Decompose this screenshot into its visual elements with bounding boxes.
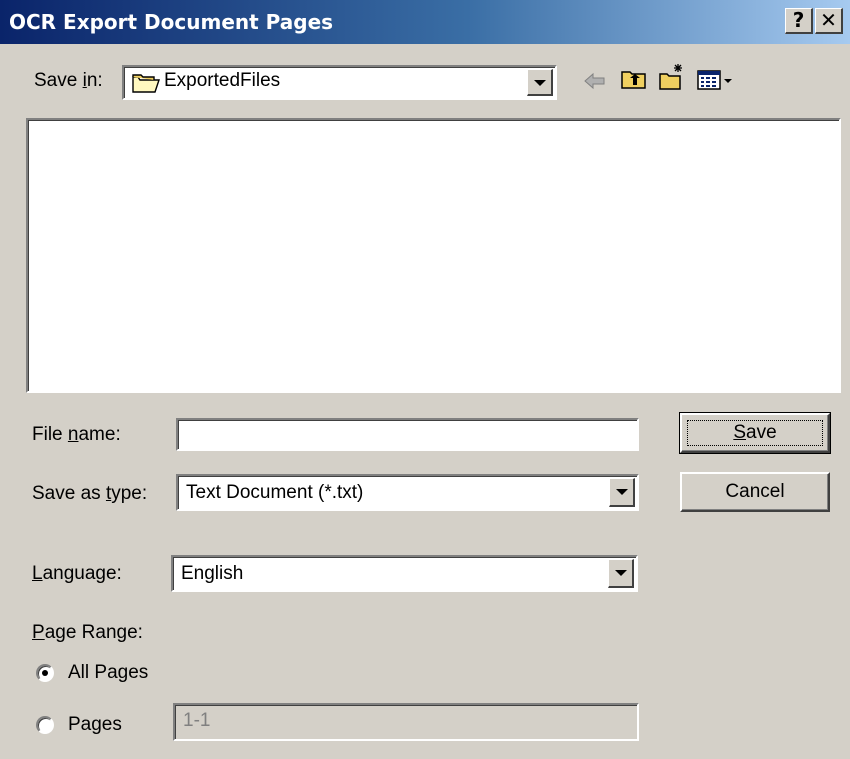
save-button[interactable]: Save xyxy=(679,412,831,454)
language-value: English xyxy=(181,563,244,584)
save-as-type-value: Text Document (*.txt) xyxy=(186,482,364,503)
pages-label[interactable]: Pages xyxy=(68,714,122,736)
language-label: Language: xyxy=(32,563,122,584)
pages-range-input[interactable]: 1-1 xyxy=(173,703,639,741)
folder-icon xyxy=(132,72,160,100)
view-menu-icon[interactable] xyxy=(697,68,737,94)
close-button[interactable]: ✕ xyxy=(815,8,843,34)
help-button[interactable]: ? xyxy=(785,8,813,34)
radio-selected-dot xyxy=(42,670,48,676)
all-pages-radio[interactable] xyxy=(36,664,54,682)
file-name-label: File name: xyxy=(32,424,121,445)
pages-radio[interactable] xyxy=(36,716,54,734)
file-name-input[interactable] xyxy=(176,418,639,451)
save-in-dropdown-button[interactable] xyxy=(527,69,553,96)
title-bar[interactable]: OCR Export Document Pages ? ✕ xyxy=(0,0,850,44)
page-range-label: Page Range: xyxy=(32,622,143,643)
file-list[interactable] xyxy=(26,118,841,393)
focus-rectangle xyxy=(687,420,823,446)
save-in-label: Save in: xyxy=(34,70,103,91)
up-folder-icon[interactable] xyxy=(620,66,646,92)
language-dropdown-button[interactable] xyxy=(608,559,634,588)
save-in-dropdown[interactable]: ExportedFiles xyxy=(122,65,557,100)
save-as-type-dropdown-button[interactable] xyxy=(609,478,635,507)
language-dropdown[interactable]: English xyxy=(171,555,638,592)
save-in-value: ExportedFiles xyxy=(164,70,281,91)
back-arrow-icon[interactable] xyxy=(582,68,608,94)
save-as-type-dropdown[interactable]: Text Document (*.txt) xyxy=(176,474,639,511)
save-as-type-label: Save as type: xyxy=(32,483,148,504)
cancel-button[interactable]: Cancel xyxy=(680,472,830,512)
all-pages-label[interactable]: All Pages xyxy=(68,662,148,684)
new-folder-icon[interactable] xyxy=(658,62,684,90)
window-title: OCR Export Document Pages xyxy=(9,10,334,34)
